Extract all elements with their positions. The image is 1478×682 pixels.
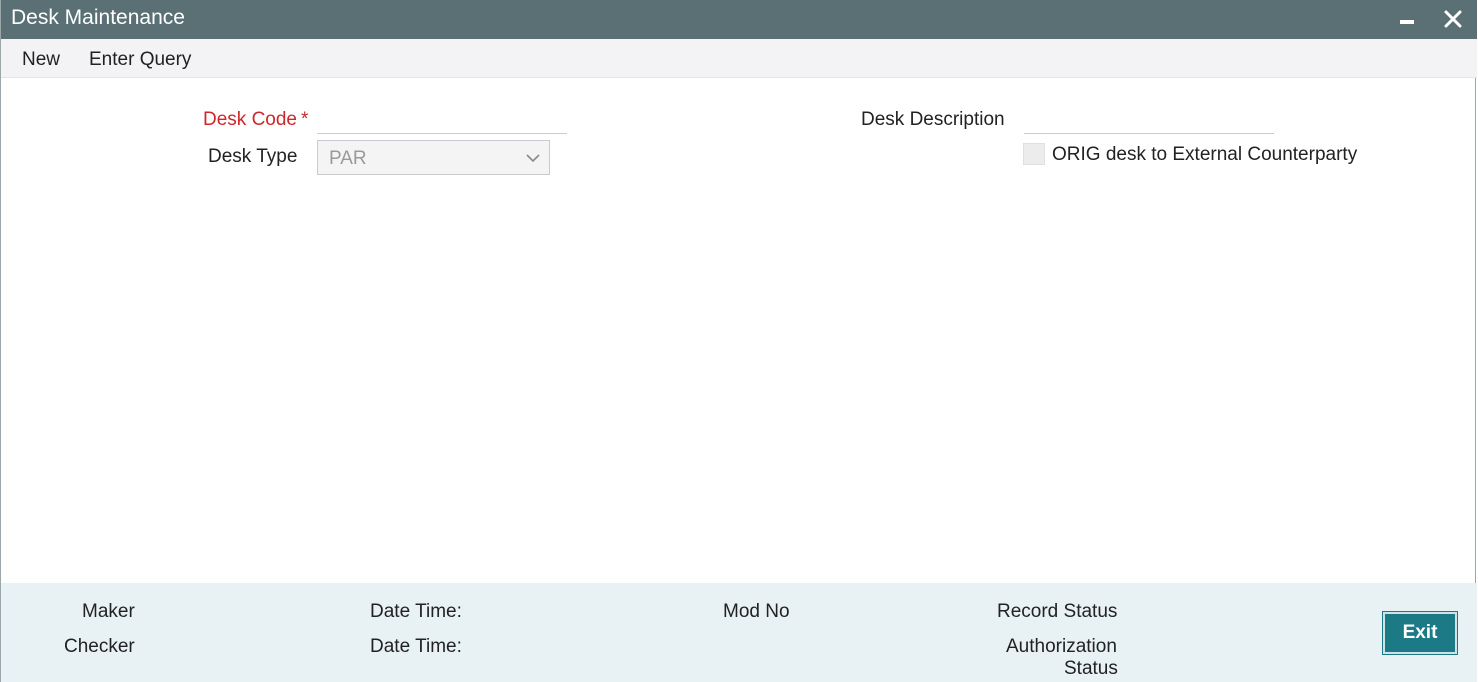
desk-type-select[interactable]: PAR [317, 140, 550, 175]
close-icon[interactable] [1439, 4, 1467, 34]
desk-type-label: Desk Type [208, 146, 298, 167]
mod-no-label: Mod No [723, 601, 790, 622]
desk-description-input[interactable] [1024, 108, 1274, 134]
checker-date-time-label: Date Time: [370, 636, 462, 657]
minimize-icon[interactable] [1394, 4, 1422, 34]
desk-maintenance-window: Desk Maintenance New Enter Query Desk Co… [0, 0, 1477, 682]
exit-button[interactable]: Exit [1382, 611, 1458, 655]
window-title: Desk Maintenance [11, 6, 185, 29]
orig-desk-label: ORIG desk to External Counterparty [1052, 144, 1358, 165]
maker-label: Maker [82, 601, 135, 622]
enter-query-menu-item[interactable]: Enter Query [89, 49, 191, 71]
desk-code-label: Desk Code * [203, 109, 308, 131]
new-menu-item[interactable]: New [22, 49, 60, 71]
checker-label: Checker [64, 636, 135, 657]
audit-footer: Maker Checker Date Time: Date Time: Mod … [1, 583, 1477, 682]
maker-date-time-label: Date Time: [370, 601, 462, 622]
orig-desk-checkbox[interactable] [1023, 143, 1045, 165]
desk-type-value: PAR [329, 148, 367, 169]
chevron-down-icon [526, 154, 540, 163]
menu-bar: New Enter Query [1, 39, 1477, 78]
desk-description-label: Desk Description [861, 109, 1005, 130]
authorization-status-label-line2: Status [1064, 658, 1118, 679]
desk-code-label-text: Desk Code [203, 109, 297, 130]
record-status-label: Record Status [997, 601, 1118, 622]
authorization-status-label-line1: Authorization [1006, 636, 1117, 657]
required-asterisk: * [301, 109, 309, 130]
desk-code-input[interactable] [317, 108, 567, 134]
title-bar: Desk Maintenance [1, 0, 1477, 39]
